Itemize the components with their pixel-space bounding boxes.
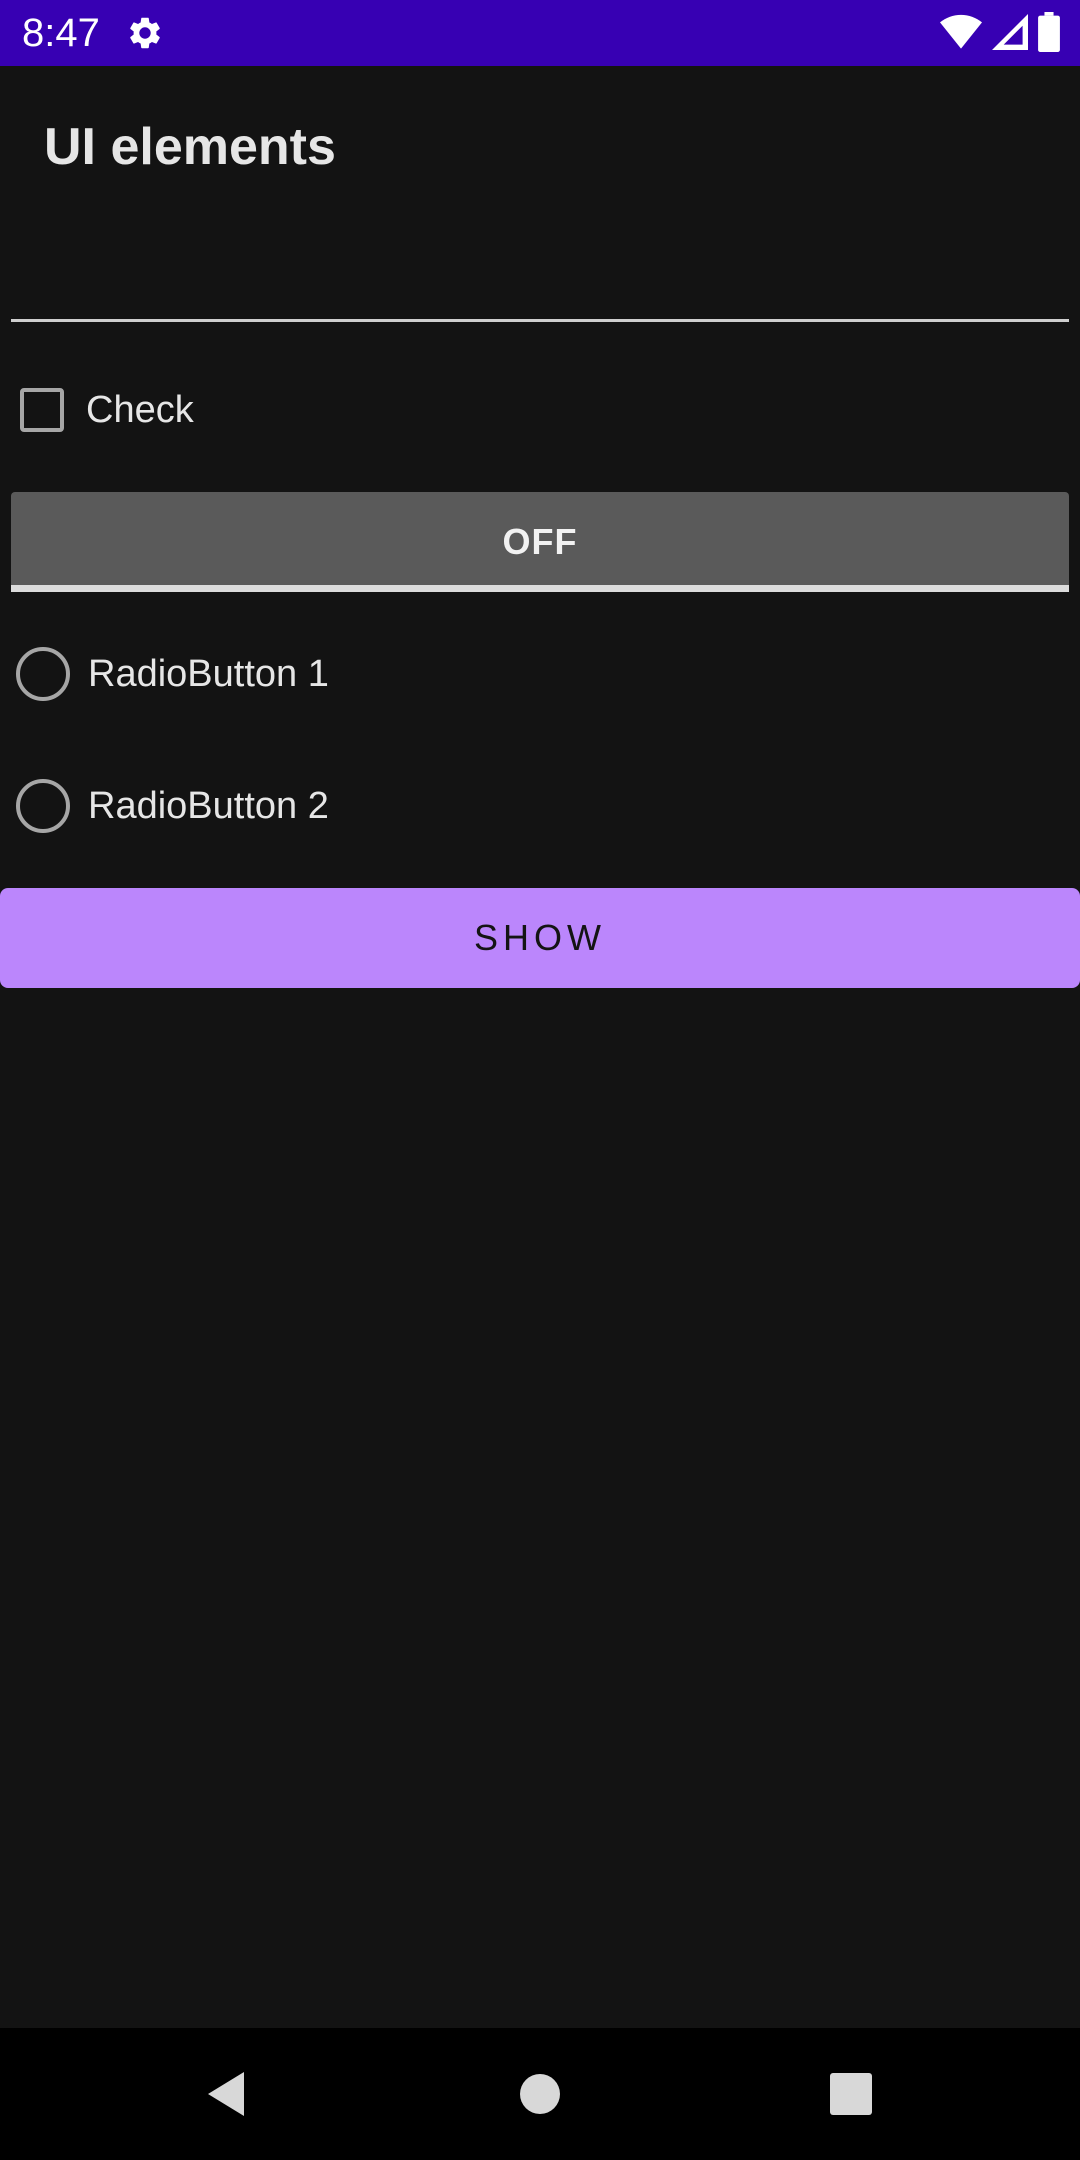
toggle-indicator	[11, 585, 1069, 592]
recents-icon[interactable]	[811, 2054, 891, 2134]
screen: 8:47 UI elements Check OFF RadioButton 1…	[0, 0, 1080, 2160]
radio-label: RadioButton 1	[88, 652, 329, 695]
status-bar: 8:47	[0, 0, 1080, 66]
navigation-bar	[0, 2028, 1080, 2160]
radio-circle[interactable]	[16, 647, 70, 701]
toggle-button[interactable]: OFF	[11, 492, 1069, 592]
radio-label: RadioButton 2	[88, 784, 329, 827]
radio-button-1[interactable]: RadioButton 1	[16, 642, 329, 706]
wifi-icon	[940, 14, 982, 55]
gear-icon	[126, 14, 164, 52]
home-icon[interactable]	[500, 2054, 580, 2134]
status-icons	[940, 11, 1060, 57]
text-input[interactable]	[11, 230, 1069, 322]
checkbox-label: Check	[86, 388, 194, 431]
check-checkbox[interactable]: Check	[18, 380, 194, 440]
checkbox-box[interactable]	[20, 388, 64, 432]
radio-circle[interactable]	[16, 779, 70, 833]
show-button[interactable]: SHOW	[0, 888, 1080, 988]
status-time: 8:47	[22, 11, 100, 55]
page-title: UI elements	[44, 118, 336, 176]
radio-button-2[interactable]: RadioButton 2	[16, 774, 329, 838]
battery-icon	[1038, 11, 1060, 57]
back-icon[interactable]	[186, 2054, 266, 2134]
cell-signal-icon	[992, 13, 1028, 55]
